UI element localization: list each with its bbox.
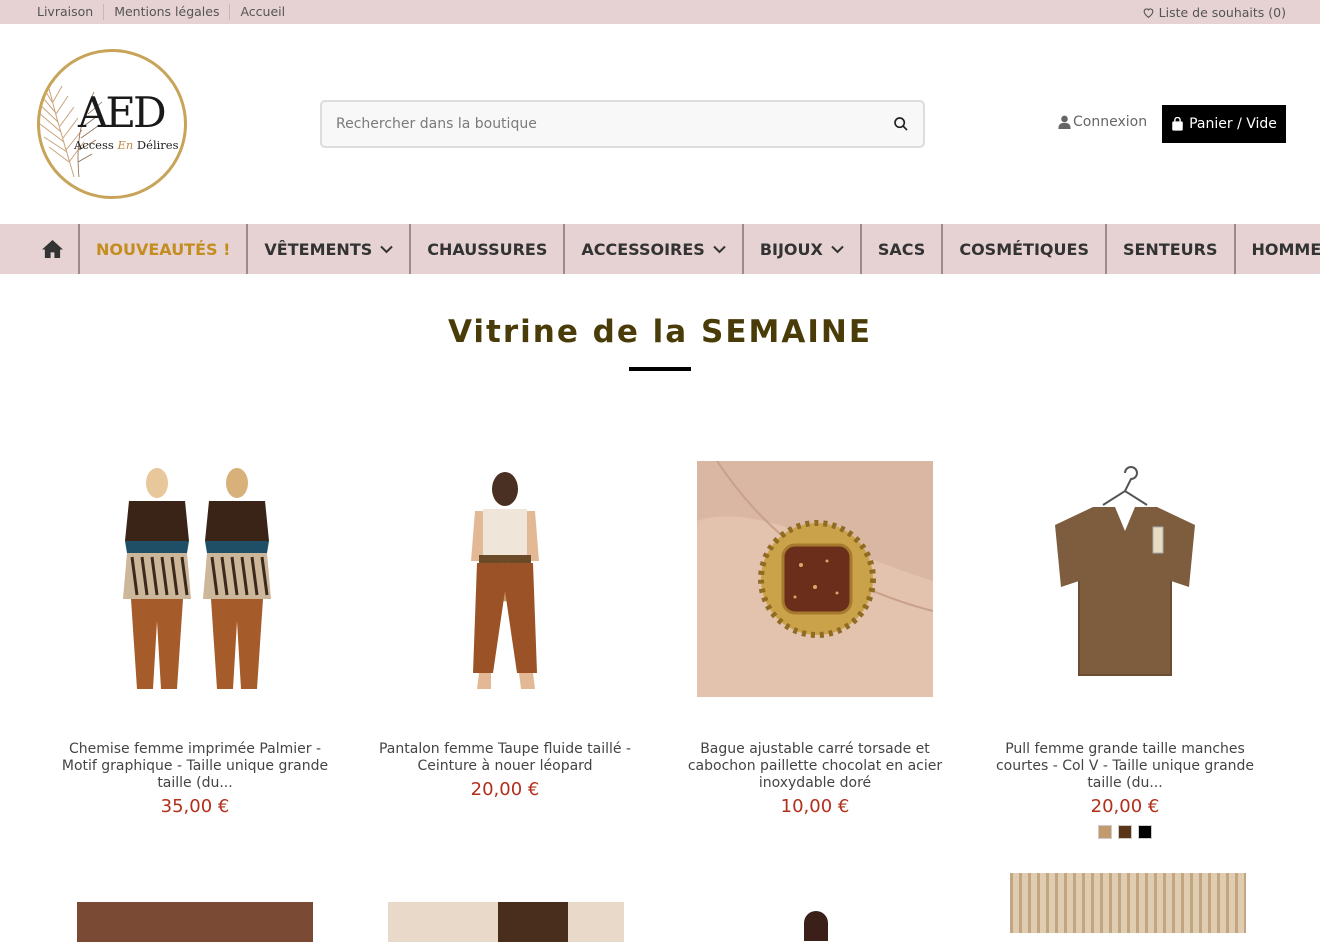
pants-outfit-image xyxy=(387,461,623,697)
nav-accessories[interactable]: ACCESSOIRES xyxy=(565,224,743,274)
nav-new-arrivals[interactable]: NOUVEAUTÉS ! xyxy=(80,224,248,274)
product-image[interactable] xyxy=(1007,461,1243,697)
nav-shoes[interactable]: CHAUSSURES xyxy=(411,224,565,274)
wishlist-link[interactable]: Liste de souhaits (0) xyxy=(1142,5,1286,20)
swatch-black[interactable] xyxy=(1138,825,1152,839)
product-price: 20,00 € xyxy=(1091,796,1160,817)
section-title: Vitrine de la SEMAINE xyxy=(0,314,1320,350)
chevron-down-icon xyxy=(713,245,726,254)
sweater-image xyxy=(1007,461,1243,697)
swatch-brown[interactable] xyxy=(1118,825,1132,839)
product-card[interactable]: Pantalon femme Taupe fluide taillé - Cei… xyxy=(350,461,660,839)
product-image[interactable] xyxy=(804,911,828,941)
product-image[interactable] xyxy=(1010,873,1246,933)
product-image[interactable] xyxy=(387,461,623,697)
nav-clothing[interactable]: VÊTEMENTS xyxy=(248,224,411,274)
title-underline xyxy=(629,367,691,371)
logo-tagline: Access En Délires xyxy=(74,138,179,152)
chevron-down-icon xyxy=(831,245,844,254)
product-name[interactable]: Bague ajustable carré torsade et cabocho… xyxy=(680,741,950,792)
home-link[interactable]: Accueil xyxy=(229,4,295,20)
ring-image xyxy=(697,461,933,697)
search-box xyxy=(320,100,925,148)
product-card[interactable]: Pull femme grande taille manches courtes… xyxy=(970,461,1280,839)
nav-home[interactable] xyxy=(27,224,80,274)
product-card[interactable]: Chemise femme imprimée Palmier - Motif g… xyxy=(40,461,350,839)
product-price: 10,00 € xyxy=(781,796,850,817)
home-icon xyxy=(41,239,64,259)
product-name[interactable]: Pantalon femme Taupe fluide taillé - Cei… xyxy=(370,741,640,775)
top-bar: Livraison Mentions légales Accueil Liste… xyxy=(0,0,1320,24)
top-links: Livraison Mentions légales Accueil xyxy=(37,4,295,20)
delivery-link[interactable]: Livraison xyxy=(37,4,103,20)
nav-jewelry[interactable]: BIJOUX xyxy=(744,224,862,274)
nav-bags[interactable]: SACS xyxy=(862,224,943,274)
product-name[interactable]: Pull femme grande taille manches courtes… xyxy=(990,741,1260,792)
nav-fragrances[interactable]: SENTEURS xyxy=(1107,224,1236,274)
legal-notice-link[interactable]: Mentions légales xyxy=(103,4,229,20)
login-label: Connexion xyxy=(1073,114,1147,130)
product-grid-row-2 xyxy=(0,873,1320,933)
search-icon[interactable] xyxy=(893,116,909,132)
product-image[interactable] xyxy=(697,461,933,697)
color-swatches xyxy=(1098,825,1152,839)
chevron-down-icon xyxy=(380,245,393,254)
product-image[interactable] xyxy=(77,902,313,942)
heart-icon xyxy=(1142,6,1155,19)
user-icon xyxy=(1058,115,1071,129)
swatch-camel[interactable] xyxy=(1098,825,1112,839)
cart-button[interactable]: Panier / Vide xyxy=(1162,105,1286,143)
shirt-outfit-image xyxy=(77,461,313,697)
product-price: 35,00 € xyxy=(161,796,230,817)
wishlist-label: Liste de souhaits (0) xyxy=(1159,5,1286,20)
product-card[interactable]: Bague ajustable carré torsade et cabocho… xyxy=(660,461,970,839)
logo[interactable]: AED Access En Délires xyxy=(37,49,187,199)
nav-men[interactable]: HOMMES xyxy=(1236,224,1320,274)
product-price: 20,00 € xyxy=(471,779,540,800)
nav-cosmetics[interactable]: COSMÉTIQUES xyxy=(943,224,1107,274)
shopping-bag-icon xyxy=(1171,117,1184,131)
logo-letters: AED xyxy=(78,88,164,137)
cart-label: Panier / Vide xyxy=(1189,116,1277,132)
product-name[interactable]: Chemise femme imprimée Palmier - Motif g… xyxy=(60,741,330,792)
header: AED Access En Délires Connexion Panier /… xyxy=(0,24,1320,224)
product-image[interactable] xyxy=(388,902,624,942)
product-grid: Chemise femme imprimée Palmier - Motif g… xyxy=(40,461,1280,839)
search-input[interactable] xyxy=(336,116,893,132)
product-image[interactable] xyxy=(77,461,313,697)
login-link[interactable]: Connexion xyxy=(1058,114,1147,130)
main-nav: NOUVEAUTÉS ! VÊTEMENTS CHAUSSURES ACCESS… xyxy=(0,224,1320,274)
